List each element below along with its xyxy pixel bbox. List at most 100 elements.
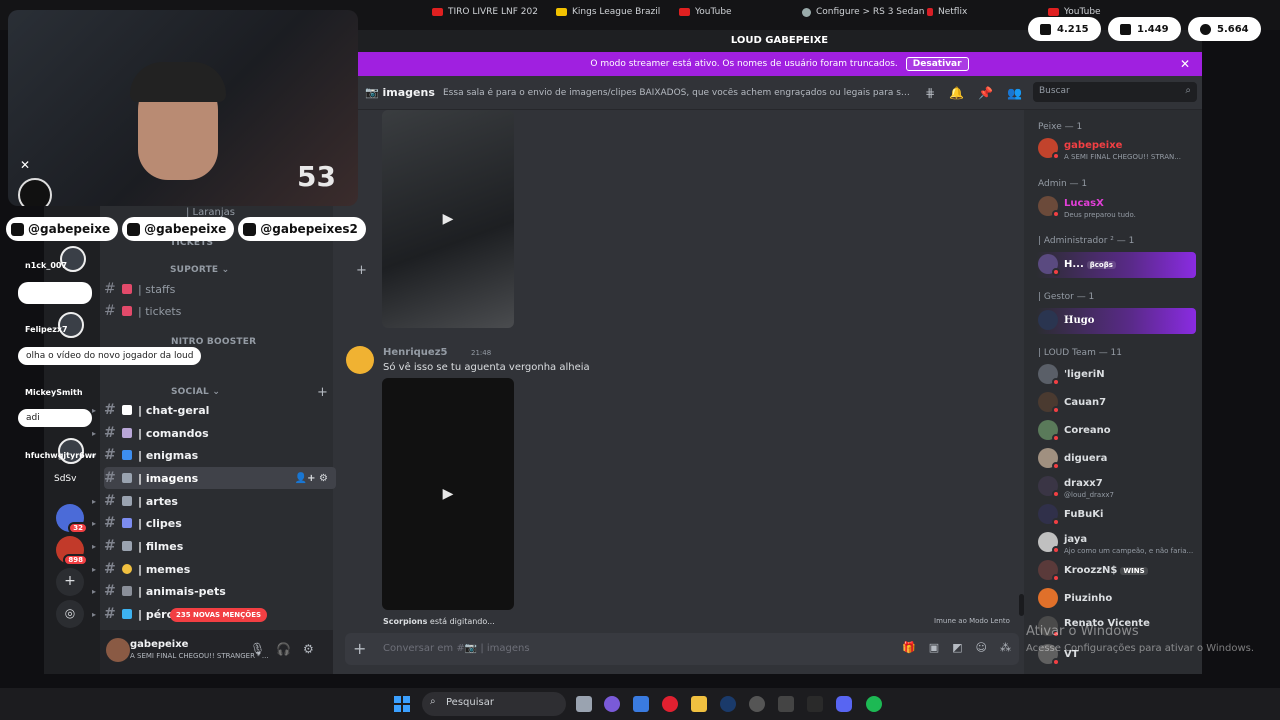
member-item[interactable]: H... βcoβs [1036,252,1196,278]
channel-tickets[interactable]: # | tickets [104,300,336,322]
video-attachment[interactable]: ▶ [382,378,514,610]
chat-bubble: olha o vídeo do novo jogador da loud [18,347,202,365]
app-icon[interactable] [749,696,765,712]
message-input[interactable]: + Conversar em #📷 | imagens 🎁 ▣ ◩ ☺ ⁂ [345,633,1019,665]
copilot-icon[interactable] [633,696,649,712]
search-input[interactable]: Buscar ⌕ [1033,82,1197,102]
follower-counter: 4.215 [1028,17,1101,41]
gif-icon[interactable]: ▣ [929,641,939,654]
close-icon[interactable]: ✕ [1180,57,1190,71]
opera-icon[interactable] [662,696,678,712]
task-view-icon[interactable] [576,696,592,712]
channel-staffs[interactable]: # | staffs [104,278,336,300]
browser-tab[interactable]: TIRO LIVRE LNF 202 [432,7,538,17]
headphones-icon[interactable]: 🎧 [276,642,291,656]
browser-tab[interactable]: Netflix [927,7,967,17]
member-item[interactable]: Cauan7 [1036,390,1196,416]
emoji-icon[interactable]: ☺ [976,641,987,654]
member-item[interactable]: draxx7 @loud_draxx7 [1036,474,1196,500]
browser-tab[interactable]: Configure > RS 3 Sedan [802,7,924,17]
member-item[interactable]: diguera [1036,446,1196,472]
apps-icon[interactable]: ⁂ [1000,641,1011,654]
channel-memes[interactable]: ▸ # | memes [92,558,336,580]
hash-icon: # [104,470,116,486]
gift-icon[interactable]: 🎁 [902,641,916,654]
composer-icons: 🎁 ▣ ◩ ☺ ⁂ [902,641,1011,654]
member-item[interactable]: jaya Ajo como um campeão, e não faria... [1036,530,1196,556]
channel-artes[interactable]: ▸ # | artes [92,490,336,512]
unread-badge: 898 [63,554,88,566]
windows-start-icon[interactable] [394,696,410,712]
hash-icon: # [104,425,116,441]
channel-enigmas[interactable]: ▸ # | enigmas [92,444,336,466]
channel-chat-geral[interactable]: ▸ # | chat-geral [92,399,336,421]
member-item[interactable]: gabepeixe A SEMI FINAL CHEGOU!! STRAN... [1036,136,1196,162]
new-mentions-pill[interactable]: 235 NOVAS MENÇÕES [170,608,268,622]
film-icon [122,518,132,528]
app-icon[interactable] [778,696,794,712]
channel-imagens[interactable]: # | imagens 👤+ ⚙ [104,467,336,489]
server-icon[interactable]: 32 [56,504,88,534]
member-item[interactable]: LucasX Deus preparou tudo. [1036,194,1196,220]
pin-icon[interactable]: 📌 [978,86,993,100]
app-icon[interactable] [604,696,620,712]
youtube-icon [1048,8,1059,16]
app-icon[interactable] [807,696,823,712]
explore-icon[interactable]: ◎ [56,600,84,628]
channel-clipes[interactable]: ▸ # | clipes [92,512,336,534]
channel-topic[interactable]: Essa sala é para o envio de imagens/clip… [443,88,913,98]
avatar[interactable] [346,346,374,374]
folder-icon[interactable] [691,696,707,712]
member-item[interactable]: Coreano [1036,418,1196,444]
paw-icon [122,586,132,596]
bell-icon[interactable]: 🔔 [949,86,964,100]
channel-settings-icon[interactable]: 👤+ ⚙ [295,473,328,484]
threads-icon[interactable]: ⋕ [925,86,935,100]
category-social[interactable]: SOCIAL ⌄ + [171,385,328,400]
channel-animais-pets[interactable]: ▸ # | animais-pets [92,580,336,602]
viewer-counter: 5.664 [1188,17,1261,41]
message-author[interactable]: Henriquez5 [383,347,447,358]
chat-icon [1040,23,1051,35]
member-item[interactable]: KroozzN$ WINS [1036,558,1196,584]
status-dnd-icon [1052,518,1060,526]
hash-icon: # [104,493,116,509]
add-server-icon[interactable]: + [56,568,84,596]
member-item[interactable]: Piuzinho [1036,586,1196,612]
channel-filmes[interactable]: ▸ # | filmes [92,535,336,557]
disable-streamer-button[interactable]: Desativar [905,57,969,71]
spotify-icon[interactable] [866,696,882,712]
expand-icon: ▸ [92,405,97,415]
magnifier-icon [122,450,132,460]
server-icon[interactable]: 898 [56,536,88,566]
browser-tab[interactable]: YouTube [1048,7,1101,17]
sticker-icon[interactable]: ◩ [952,641,962,654]
typing-indicator: Scorpions está digitando... [383,617,495,626]
gear-icon[interactable]: ⚙ [303,642,314,656]
member-item[interactable]: 'ligeriN [1036,362,1196,388]
add-channel-icon[interactable]: + [356,263,367,278]
windows-activation-title: Ativar o Windows [1026,624,1139,639]
member-item[interactable]: FuBuKi [1036,502,1196,528]
hash-icon: # [104,538,116,554]
member-item[interactable]: Hugo [1036,308,1196,334]
members-icon[interactable]: 👥 [1007,86,1022,100]
avatar[interactable] [106,638,130,662]
expand-icon: ▸ [92,609,97,619]
microphone-icon[interactable]: 🎙 [250,642,265,656]
steam-icon[interactable] [720,696,736,712]
hash-icon: # [104,561,116,577]
webcam-overlay: 53 ✕ [8,10,358,206]
add-channel-icon[interactable]: + [317,385,328,400]
category-suporte[interactable]: SUPORTE ⌄ + [170,263,367,278]
user-panel: gabepeixe A SEMI FINAL CHEGOU!! STRANGER… [100,630,333,674]
channel-comandos[interactable]: ▸ # | comandos [92,422,336,444]
browser-tab[interactable]: Kings League Brazil [556,7,660,17]
browser-tab[interactable]: YouTube [679,7,732,17]
add-attachment-icon[interactable]: + [353,639,366,658]
category-nitro[interactable]: NITRO BOOSTER [171,337,256,347]
discord-icon[interactable] [836,696,852,712]
video-attachment[interactable]: ▶ [382,110,514,328]
taskbar-search[interactable]: ⌕ Pesquisar [422,692,566,716]
member-group-header: | Gestor — 1 [1038,292,1095,302]
